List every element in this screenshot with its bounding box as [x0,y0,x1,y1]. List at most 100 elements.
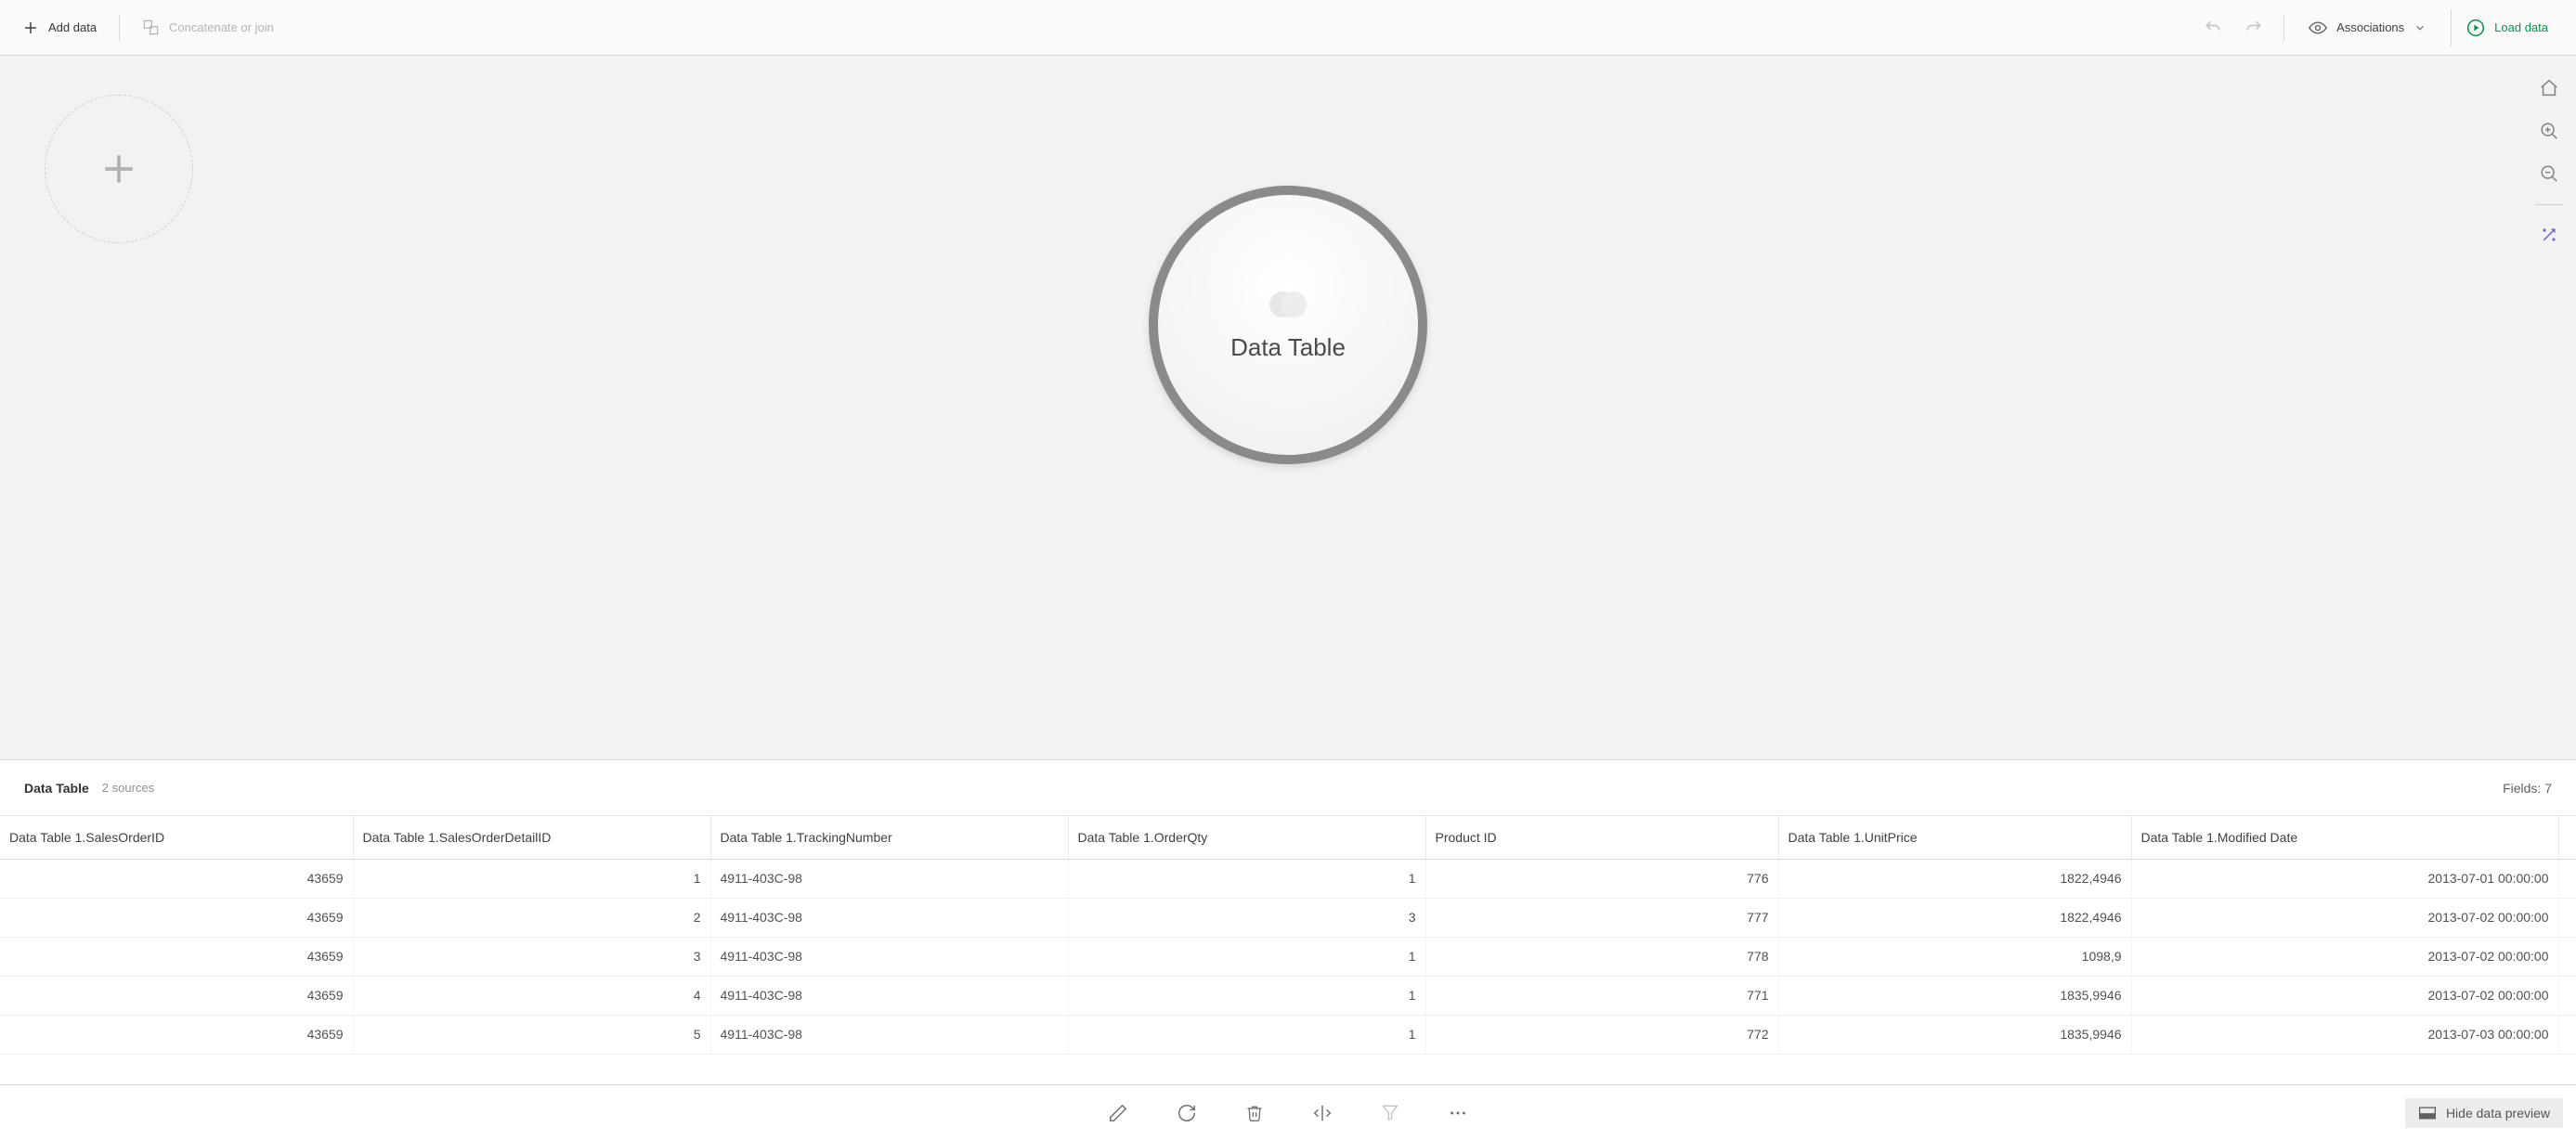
column-header[interactable]: Data Table 1.UnitPrice [1778,816,2131,859]
chevron-down-icon [2413,21,2426,34]
load-data-button[interactable]: Load data [2451,9,2563,46]
column-header[interactable]: Product ID [1425,816,1778,859]
panel-icon [2418,1106,2437,1121]
redo-button [2237,13,2270,43]
table-cell-extra [2558,937,2576,976]
table-cell: 776 [1425,859,1778,898]
table-cell: 4911-403C-98 [710,976,1068,1015]
preview-header: Data Table 2 sources Fields: 7 [0,759,2576,815]
add-data-button[interactable]: Add data [13,12,106,44]
more-actions-button[interactable] [1442,1097,1474,1129]
unpivot-button[interactable] [1307,1097,1338,1129]
eye-icon [2309,19,2327,37]
table-cell: 3 [1068,898,1425,937]
table-cell: 1 [1068,937,1425,976]
toolbar-left: Add data Concatenate or join [13,11,283,44]
table-cell: 1 [353,859,710,898]
plus-icon [98,149,139,189]
table-bubble-label: Data Table [1230,333,1346,362]
preview-fields-count: Fields: 7 [2503,781,2552,796]
table-cell: 43659 [0,937,353,976]
table-cell: 4911-403C-98 [710,1015,1068,1054]
table-cell: 43659 [0,1015,353,1054]
table-cell-extra [2558,976,2576,1015]
data-preview-table: Data Table 1.SalesOrderIDData Table 1.Sa… [0,816,2576,1055]
zoom-out-button[interactable] [2533,158,2565,189]
table-cell-extra [2558,859,2576,898]
hide-preview-label: Hide data preview [2446,1106,2550,1121]
table-cell: 772 [1425,1015,1778,1054]
hide-data-preview-button[interactable]: Hide data preview [2405,1098,2563,1128]
table-cell: 2013-07-02 00:00:00 [2131,976,2558,1015]
table-cell: 777 [1425,898,1778,937]
table-cell: 778 [1425,937,1778,976]
table-cell: 5 [353,1015,710,1054]
associations-dropdown[interactable]: Associations [2297,11,2438,45]
reload-button[interactable] [1171,1097,1203,1129]
vtools-divider [2535,204,2563,205]
table-cell: 4 [353,976,710,1015]
table-cell: 1835,9946 [1778,976,2131,1015]
table-cell: 1 [1068,1015,1425,1054]
table-cell: 1 [1068,976,1425,1015]
add-table-bubble[interactable] [45,95,193,243]
edit-button[interactable] [1102,1097,1134,1129]
add-data-label: Add data [48,20,97,34]
table-cell: 2013-07-03 00:00:00 [2131,1015,2558,1054]
bottom-action-bar: Hide data preview [0,1084,2576,1140]
table-cell: 2013-07-02 00:00:00 [2131,937,2558,976]
table-cell: 1822,4946 [1778,898,2131,937]
load-data-label: Load data [2494,20,2548,34]
table-bubble-data-table[interactable]: Data Table [1149,186,1427,464]
table-cell: 43659 [0,976,353,1015]
table-cell-extra [2558,898,2576,937]
undo-button [2196,13,2230,43]
column-header[interactable]: Data Table 1.TrackingNumber [710,816,1068,859]
column-header-extra [2558,816,2576,859]
magic-wand-button[interactable] [2534,220,2564,250]
table-cell: 1835,9946 [1778,1015,2131,1054]
plus-icon [22,19,39,36]
table-cell: 3 [353,937,710,976]
table-cell: 1822,4946 [1778,859,2131,898]
table-row[interactable]: 4365944911-403C-9817711835,99462013-07-0… [0,976,2576,1015]
column-header[interactable]: Data Table 1.OrderQty [1068,816,1425,859]
table-cell: 4911-403C-98 [710,898,1068,937]
filter-button [1375,1097,1405,1129]
column-header[interactable]: Data Table 1.SalesOrderID [0,816,353,859]
toolbar-divider [2283,15,2284,41]
table-header-row: Data Table 1.SalesOrderIDData Table 1.Sa… [0,816,2576,859]
data-model-canvas[interactable]: Data Table [0,56,2576,759]
table-row[interactable]: 4365934911-403C-9817781098,92013-07-02 0… [0,937,2576,976]
table-cell: 2013-07-01 00:00:00 [2131,859,2558,898]
zoom-in-button[interactable] [2533,115,2565,147]
associations-label: Associations [2336,20,2404,34]
table-cell: 4911-403C-98 [710,859,1068,898]
table-cell-extra [2558,1015,2576,1054]
home-zoom-button[interactable] [2533,72,2565,104]
preview-title: Data Table [24,781,89,796]
concat-icon [142,19,160,36]
column-header[interactable]: Data Table 1.Modified Date [2131,816,2558,859]
table-row[interactable]: 4365954911-403C-9817721835,99462013-07-0… [0,1015,2576,1054]
bottom-actions [1102,1097,1474,1129]
concatenate-join-button: Concatenate or join [133,11,283,44]
column-header[interactable]: Data Table 1.SalesOrderDetailID [353,816,710,859]
table-cell: 43659 [0,898,353,937]
preview-sources: 2 sources [102,781,154,795]
table-cell: 1 [1068,859,1425,898]
data-preview-table-wrap: Data Table 1.SalesOrderIDData Table 1.Sa… [0,815,2576,1084]
top-toolbar: Add data Concatenate or join Association… [0,0,2576,56]
table-row[interactable]: 4365914911-403C-9817761822,49462013-07-0… [0,859,2576,898]
table-cell: 4911-403C-98 [710,937,1068,976]
table-cell: 771 [1425,976,1778,1015]
table-row[interactable]: 4365924911-403C-9837771822,49462013-07-0… [0,898,2576,937]
delete-button[interactable] [1240,1097,1269,1129]
table-icon [1268,289,1308,320]
toolbar-divider [119,15,120,41]
toolbar-right: Associations Load data [2196,9,2563,46]
play-circle-icon [2466,19,2485,37]
table-cell: 1098,9 [1778,937,2131,976]
table-cell: 2013-07-02 00:00:00 [2131,898,2558,937]
concat-label: Concatenate or join [169,20,274,34]
